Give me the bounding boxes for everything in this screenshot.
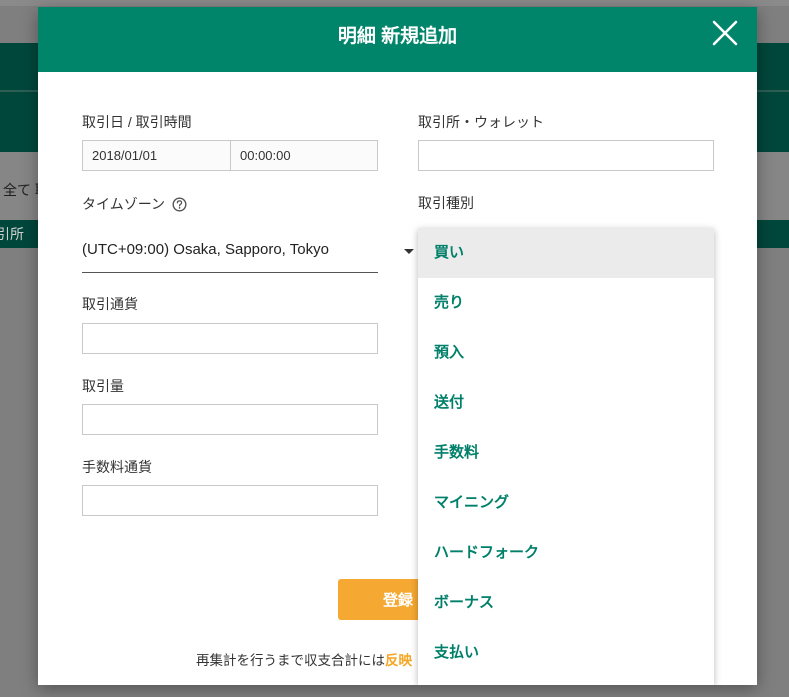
close-icon[interactable] [711,19,739,47]
question-circle-icon[interactable] [172,196,187,212]
amount-label: 取引量 [82,378,124,394]
currency-label: 取引通貨 [82,296,138,312]
timezone-select[interactable]: (UTC+09:00) Osaka, Sapporo, Tokyo [82,235,414,273]
caret-down-icon [404,249,414,254]
trade-type-option-deposit[interactable]: 預入 [418,328,714,378]
trade-time-input[interactable] [230,140,378,171]
trade-type-option-bonus[interactable]: ボーナス [418,578,714,628]
amount-input[interactable] [82,404,378,435]
exchange-wallet-input[interactable] [418,140,714,171]
modal-title: 明細 新規追加 [337,26,458,47]
timezone-label: タイムゾーン [82,196,166,212]
add-detail-modal: 明細 新規追加 取引日 / 取引時間 タイムゾーン (UTC+09:00) Os… [38,7,757,685]
recalc-note: 再集計を行うまで収支合計には反映 [196,652,412,670]
trade-type-option-sell[interactable]: 売り [418,278,714,328]
modal-header: 明細 新規追加 [38,7,757,72]
trade-date-input[interactable] [82,140,231,171]
exchange-wallet-label: 取引所・ウォレット [418,114,544,130]
timezone-label-row: タイムゾーン [82,194,187,214]
trade-type-option-buy[interactable]: 買い [418,228,714,278]
trade-datetime-label: 取引日 / 取引時間 [82,114,192,130]
background-top-bar [0,0,789,6]
trade-type-option-more[interactable] [418,678,714,685]
recalc-note-link[interactable]: 反映 [385,653,412,668]
timezone-select-value: (UTC+09:00) Osaka, Sapporo, Tokyo [82,241,329,258]
trade-type-option-payment[interactable]: 支払い [418,628,714,678]
trade-type-dropdown: 買い 売り 預入 送付 手数料 マイニング ハードフォーク ボーナス 支払い [418,228,714,685]
currency-input[interactable] [82,323,378,354]
trade-type-option-send[interactable]: 送付 [418,378,714,428]
trade-type-option-hardfork[interactable]: ハードフォーク [418,528,714,578]
trade-type-label: 取引種別 [418,195,474,211]
recalc-note-text: 再集計を行うまで収支合計には [196,653,385,668]
background-table-header-text: 引所 [0,226,24,242]
trade-type-option-fee[interactable]: 手数料 [418,428,714,478]
fee-currency-label: 手数料通貨 [82,459,152,475]
fee-currency-input[interactable] [82,485,378,516]
trade-type-option-mining[interactable]: マイニング [418,478,714,528]
